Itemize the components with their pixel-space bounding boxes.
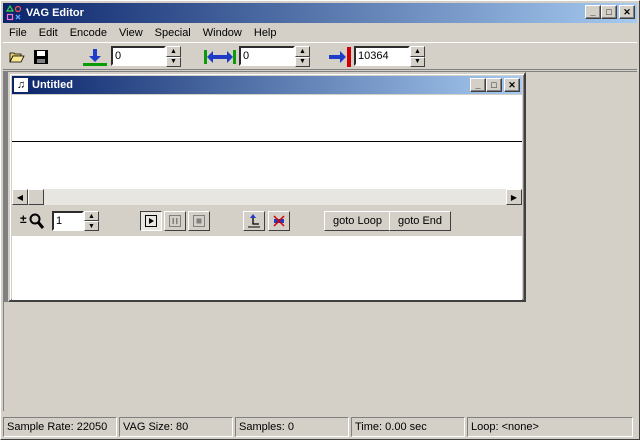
- minimize-button[interactable]: _: [585, 5, 601, 19]
- play-button[interactable]: [140, 211, 162, 231]
- menu-window[interactable]: Window: [197, 27, 248, 39]
- clear-loop-icon[interactable]: [268, 211, 290, 231]
- app-logo-icon: [5, 4, 22, 21]
- save-icon[interactable]: [30, 46, 52, 68]
- menu-special[interactable]: Special: [149, 27, 197, 39]
- waveform-baseline: [12, 141, 522, 142]
- open-folder-icon[interactable]: [6, 46, 28, 68]
- menu-file[interactable]: File: [3, 27, 33, 39]
- start-position-spinner[interactable]: ▲ ▼: [111, 46, 181, 68]
- loop-position-spinner[interactable]: ▲ ▼: [239, 46, 310, 68]
- zoom-icon: ±: [20, 212, 46, 230]
- goto-end-button[interactable]: goto End: [389, 211, 452, 231]
- horizontal-scrollbar[interactable]: ◀ ▶: [12, 189, 522, 205]
- start-position-input[interactable]: [111, 46, 166, 66]
- loop-return-icon[interactable]: [243, 211, 265, 231]
- doc-maximize-button[interactable]: □: [486, 78, 502, 92]
- maximize-button[interactable]: □: [601, 5, 617, 19]
- spin-up-button[interactable]: ▲: [295, 46, 310, 57]
- end-position-input[interactable]: [354, 46, 410, 66]
- menu-help[interactable]: Help: [248, 27, 283, 39]
- status-bar: Sample Rate: 22050 VAG Size: 80 Samples:…: [3, 417, 637, 437]
- toolbar: ▲ ▼ ▲ ▼: [3, 42, 637, 70]
- loop-position-input[interactable]: [239, 46, 295, 66]
- spin-up-button[interactable]: ▲: [84, 211, 99, 221]
- status-sample-rate: Sample Rate: 22050: [3, 417, 117, 437]
- scroll-left-button[interactable]: ◀: [12, 189, 28, 205]
- mdi-client-area: ♫ Untitled _ □ ✕ ◀ ▶ ± 1 ▲ ▼ goto Loop g…: [3, 71, 638, 412]
- status-time: Time: 0.00 sec: [351, 417, 465, 437]
- end-marker-icon[interactable]: [328, 46, 352, 68]
- svg-text:±: ±: [20, 212, 27, 226]
- end-position-spinner[interactable]: ▲ ▼: [354, 46, 425, 68]
- status-loop: Loop: <none>: [467, 417, 633, 437]
- app-titlebar: VAG Editor _ □ ✕: [3, 3, 637, 23]
- zoom-spinner[interactable]: ▲ ▼: [52, 211, 99, 231]
- doc-minimize-button[interactable]: _: [470, 78, 486, 92]
- scroll-right-button[interactable]: ▶: [506, 189, 522, 205]
- loop-marker-icon[interactable]: [203, 46, 237, 68]
- app-title: VAG Editor: [26, 7, 84, 19]
- music-note-icon: ♫: [14, 78, 28, 92]
- menu-edit[interactable]: Edit: [33, 27, 64, 39]
- waveform-view[interactable]: [12, 95, 522, 189]
- spin-down-button[interactable]: ▼: [295, 56, 310, 67]
- stop-button[interactable]: [188, 211, 210, 231]
- goto-loop-button[interactable]: goto Loop: [324, 211, 391, 231]
- document-titlebar: ♫ Untitled _ □ ✕: [12, 76, 522, 94]
- menu-bar: File Edit Encode View Special Window Hel…: [3, 23, 637, 42]
- menu-encode[interactable]: Encode: [64, 27, 113, 39]
- scroll-thumb[interactable]: [28, 189, 44, 205]
- pause-button[interactable]: [164, 211, 186, 231]
- status-vag-size: VAG Size: 80: [119, 417, 233, 437]
- vag-editor-window: VAG Editor _ □ ✕ File Edit Encode View S…: [0, 0, 640, 440]
- menu-view[interactable]: View: [113, 27, 149, 39]
- spin-up-button[interactable]: ▲: [166, 46, 181, 57]
- zoom-input[interactable]: [52, 211, 84, 231]
- untitled-document-window: ♫ Untitled _ □ ✕ ◀ ▶ ± 1 ▲ ▼ goto Loop g…: [8, 72, 526, 302]
- status-samples: Samples: 0: [235, 417, 349, 437]
- spin-down-button[interactable]: ▼: [84, 221, 99, 231]
- spin-up-button[interactable]: ▲: [410, 46, 425, 57]
- sample-view[interactable]: [12, 236, 522, 300]
- spin-down-button[interactable]: ▼: [166, 56, 181, 67]
- start-marker-icon[interactable]: [81, 46, 109, 68]
- mdi-background-bottom: [4, 302, 638, 412]
- close-button[interactable]: ✕: [619, 5, 635, 19]
- playback-controls: ± ▲ ▼: [12, 206, 522, 236]
- spin-down-button[interactable]: ▼: [410, 56, 425, 67]
- doc-close-button[interactable]: ✕: [504, 78, 520, 92]
- document-title: Untitled: [32, 79, 73, 91]
